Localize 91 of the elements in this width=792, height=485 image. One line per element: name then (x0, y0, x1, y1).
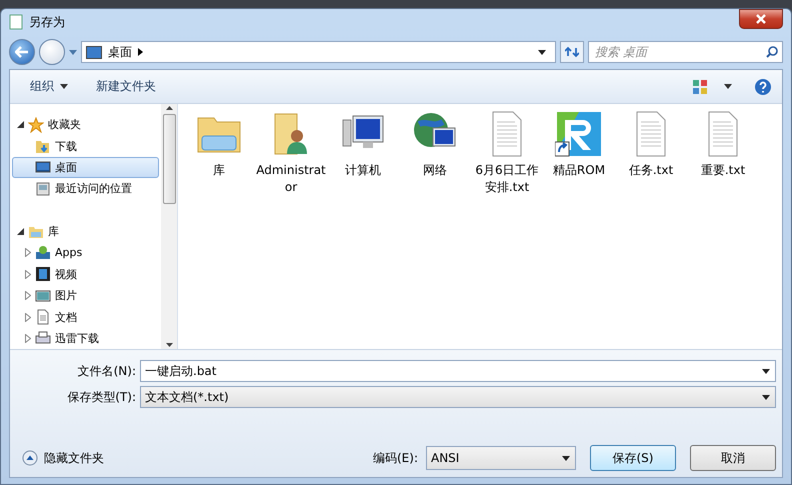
nav-item[interactable]: 迅雷下载 (12, 328, 159, 349)
forward-button[interactable] (39, 39, 65, 65)
nav-label: 图片 (55, 288, 77, 304)
expand-triangle-icon[interactable] (25, 334, 31, 343)
expand-triangle-icon[interactable] (25, 270, 31, 279)
file-name: 网络 (422, 162, 448, 179)
expand-triangle-icon[interactable] (25, 248, 31, 258)
history-dropdown-icon[interactable] (69, 50, 77, 54)
field-label: 文件名(N): (76, 362, 136, 380)
letter-r-app-shortcut-icon (555, 110, 603, 158)
expand-triangle-icon[interactable] (25, 291, 31, 300)
nav-group[interactable]: 收藏夹 (12, 114, 159, 136)
file-name: 6月6日工作安排.txt (474, 162, 540, 196)
printer-icon (35, 330, 51, 346)
nav-item[interactable]: 桌面 (12, 156, 159, 178)
breadcrumb-text[interactable]: 桌面 (108, 44, 132, 60)
file-name: 任务.txt (628, 162, 674, 179)
encoding-dropdown[interactable]: ANSI (426, 446, 576, 470)
search-icon[interactable] (766, 46, 778, 58)
search-field[interactable]: 搜索 桌面 (588, 41, 783, 63)
nav-label: 最近访问的位置 (55, 181, 132, 196)
nav-item[interactable]: 文档 (12, 306, 159, 328)
window-title: 另存为 (29, 14, 66, 30)
nav-label: 文档 (55, 310, 77, 324)
refresh-button[interactable] (560, 41, 584, 63)
nav-label: 库 (48, 224, 59, 239)
view-caret-icon[interactable] (724, 84, 732, 89)
back-arrow-icon[interactable] (15, 46, 29, 58)
close-icon[interactable] (756, 14, 766, 24)
file-item[interactable]: 精品ROM (544, 110, 614, 179)
nav-item[interactable]: 最近访问的位置 (12, 178, 159, 200)
new-folder-button[interactable]: 新建文件夹 (86, 74, 166, 99)
save-button[interactable]: 保存(S) (590, 445, 676, 471)
caret-icon[interactable] (60, 84, 68, 89)
expand-triangle-icon[interactable] (25, 312, 31, 322)
field-label: 编码(E): (373, 450, 418, 466)
file-name: Administrator (256, 162, 326, 196)
nav-label: 视频 (55, 266, 77, 282)
nav-item[interactable]: Apps (12, 242, 159, 264)
dropdown-arrow-icon[interactable] (762, 368, 770, 374)
recent-places-icon (35, 180, 51, 197)
file-item[interactable]: 重要.txt (688, 110, 758, 179)
document-icon (35, 309, 51, 325)
notepad-icon (9, 14, 23, 30)
scroll-thumb[interactable] (162, 114, 176, 204)
close-button[interactable] (739, 9, 783, 29)
nav-group[interactable]: 库 (12, 220, 159, 242)
file-item[interactable]: Administrator (256, 110, 326, 196)
breadcrumb-arrow-icon[interactable] (138, 48, 143, 56)
nav-label: 下载 (55, 138, 77, 154)
help-icon[interactable] (754, 78, 772, 96)
filename-field[interactable]: 一键启动.bat (140, 360, 776, 382)
file-item[interactable]: 网络 (400, 110, 470, 179)
collapse-up-icon[interactable] (22, 450, 38, 466)
film-icon (35, 266, 51, 282)
field-label: 保存类型(T): (66, 388, 136, 406)
file-item[interactable]: 任务.txt (616, 110, 686, 179)
scroll-down-icon[interactable] (166, 343, 172, 347)
file-type-dropdown[interactable]: 文本文档(*.txt) (140, 386, 776, 408)
desktop-icon (86, 46, 102, 58)
view-grid-icon[interactable] (692, 78, 708, 94)
hide-folders-button[interactable]: 隐藏文件夹 (22, 450, 104, 466)
cancel-button[interactable]: 取消 (690, 445, 776, 471)
desktop-icon (35, 159, 51, 176)
nav-label: Apps (55, 246, 82, 260)
nav-item[interactable]: 下载 (12, 135, 159, 157)
file-name: 库 (212, 162, 226, 179)
nav-label: 桌面 (55, 160, 77, 175)
refresh-arrows-icon[interactable] (565, 46, 579, 58)
nav-label: 迅雷下载 (55, 330, 99, 346)
folder-arrow-icon (35, 138, 51, 154)
file-item[interactable]: 6月6日工作安排.txt (472, 110, 542, 196)
dropdown-arrow-icon[interactable] (762, 394, 770, 400)
nav-item[interactable]: 图片 (12, 284, 159, 306)
star-icon (28, 116, 44, 133)
back-button[interactable] (9, 39, 35, 65)
file-item[interactable]: 计算机 (328, 110, 398, 179)
scroll-up-icon[interactable] (166, 106, 172, 110)
file-name: 精品ROM (552, 162, 606, 179)
picture-icon (35, 288, 51, 304)
file-item[interactable]: 库 (184, 110, 254, 179)
file-name: 计算机 (344, 162, 382, 179)
address-bar[interactable]: 桌面 (81, 41, 556, 63)
nav-item[interactable]: 视频 (12, 264, 159, 285)
dropdown-arrow-icon[interactable] (538, 50, 546, 54)
nav-label: 收藏夹 (48, 117, 81, 132)
apps-icon (35, 244, 51, 261)
file-name: 重要.txt (700, 162, 746, 179)
scrollbar[interactable] (161, 104, 177, 349)
organize-menu[interactable]: 组织 (20, 74, 78, 99)
dropdown-arrow-icon[interactable] (562, 456, 570, 460)
